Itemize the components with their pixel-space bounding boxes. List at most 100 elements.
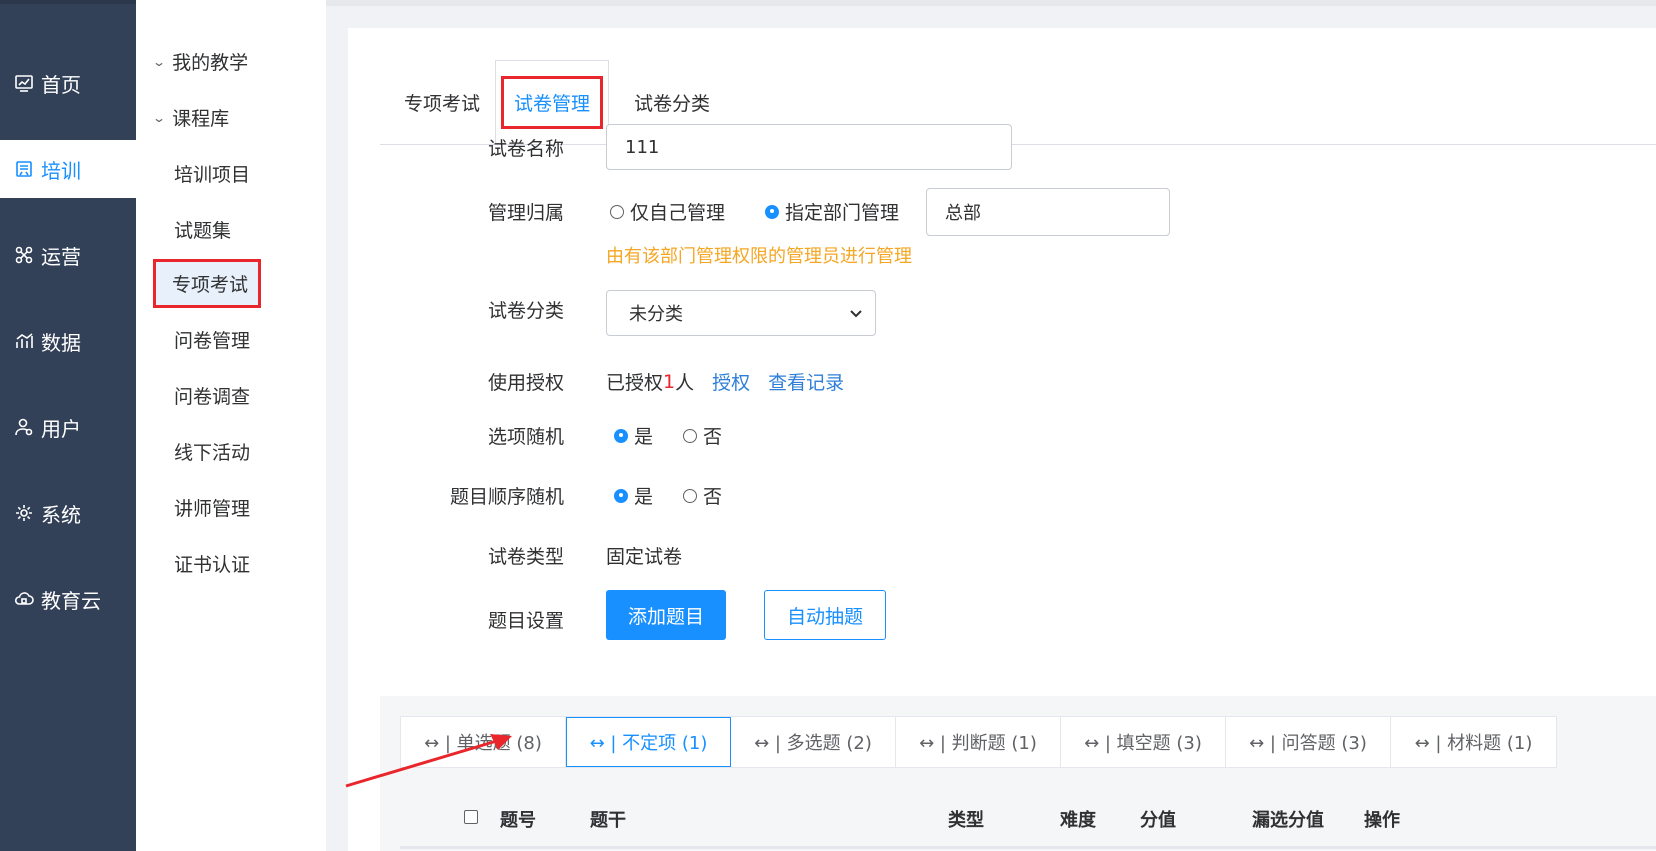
department-select-input[interactable]: 总部: [926, 188, 1170, 236]
view-records-link[interactable]: 查看记录: [768, 368, 844, 395]
nav-item-edu-cloud[interactable]: 教育云: [0, 570, 136, 628]
radio-self-managed[interactable]: 仅自己管理: [610, 198, 725, 225]
radio-option-random-yes[interactable]: 是: [614, 422, 653, 449]
authorize-link[interactable]: 授权: [712, 368, 750, 395]
col-header-score: 分值: [1140, 810, 1176, 831]
nav-item-label: 培训: [41, 158, 81, 183]
authorization-label: 使用授权: [487, 372, 564, 394]
tab-label: 专项考试: [404, 92, 481, 115]
radio-circle: [683, 488, 698, 503]
radio-label: 否: [703, 486, 723, 508]
question-order-random-label: 题目顺序随机: [449, 486, 564, 508]
radio-label: 否: [703, 426, 723, 448]
paper-name-input[interactable]: 111: [606, 124, 1012, 170]
sidebar-item-survey-management[interactable]: 问卷管理: [174, 326, 250, 353]
option-random-options: 是 否: [614, 422, 722, 449]
authorized-count: 1: [663, 370, 676, 393]
add-question-button[interactable]: 添加题目: [606, 590, 726, 640]
chevron-down-icon: ⌄: [151, 110, 167, 125]
nav-item-home[interactable]: 首页: [0, 54, 136, 112]
sidebar-item-question-sets[interactable]: 试题集: [174, 216, 231, 243]
chevron-down-icon: ⌄: [151, 54, 167, 69]
sidebar-group-label: 课程库: [172, 108, 230, 130]
nav-top-divider: [0, 0, 136, 4]
paper-type-value: 固定试卷: [606, 546, 683, 568]
sub-sidebar: ⌄ 我的教学 ⌄ 课程库 培训项目 试题集 专项考试 问卷管理 问卷调查 线下活…: [136, 0, 326, 851]
sidebar-item-lecturer-management[interactable]: 讲师管理: [174, 494, 250, 521]
sidebar-group-label: 我的教学: [172, 52, 249, 74]
dashboard-icon: [13, 72, 35, 94]
radio-circle-checked: [614, 428, 628, 443]
qtype-tab-fill-blank[interactable]: ↔ | 填空题 (3): [1061, 717, 1226, 767]
nav-item-label: 用户: [41, 416, 81, 441]
gear-icon: [13, 502, 35, 524]
radio-order-random-yes[interactable]: 是: [614, 482, 653, 509]
radio-label: 仅自己管理: [630, 202, 726, 224]
nav-item-label: 首页: [41, 72, 81, 97]
select-all-checkbox[interactable]: [464, 810, 478, 824]
sidebar-item-offline-activities[interactable]: 线下活动: [174, 438, 250, 465]
qtype-tab-qa[interactable]: ↔ | 问答题 (3): [1226, 717, 1391, 767]
ownership-hint: 由有该部门管理权限的管理员进行管理: [606, 246, 912, 267]
nav-item-training[interactable]: 培训: [0, 140, 136, 198]
radio-order-random-no[interactable]: 否: [683, 482, 722, 509]
radio-department-managed[interactable]: 指定部门管理: [765, 198, 899, 225]
nav-item-system[interactable]: 系统: [0, 484, 136, 542]
radio-label: 是: [634, 426, 654, 448]
sidebar-item-special-exam[interactable]: 专项考试: [152, 259, 262, 308]
nav-item-label: 运营: [41, 244, 81, 269]
nav-item-label: 系统: [41, 502, 81, 527]
sidebar-group-course-library[interactable]: ⌄ 课程库: [151, 104, 230, 131]
authorized-prefix: 已授权: [606, 372, 664, 394]
radio-option-random-no[interactable]: 否: [683, 422, 722, 449]
tab-bar: 专项考试 试卷管理 试卷分类: [380, 60, 1656, 145]
user-icon: [13, 416, 35, 438]
tab-label: 试卷管理: [500, 75, 604, 129]
col-header-stem: 题干: [590, 810, 626, 831]
radio-label: 指定部门管理: [785, 202, 900, 224]
tab-paper-management[interactable]: 试卷管理: [495, 60, 610, 144]
col-header-type: 类型: [948, 810, 984, 831]
category-select-value: 未分类: [629, 304, 683, 325]
operations-icon: [13, 244, 35, 266]
table-header: 题号 题干 类型 难度 分值 漏选分值 操作: [400, 794, 1656, 844]
top-strip: [326, 0, 1656, 6]
qtype-tab-indefinite[interactable]: ↔ | 不定项 (1): [566, 717, 731, 767]
question-order-random-options: 是 否: [614, 482, 722, 509]
qtype-tab-multiple-choice[interactable]: ↔ | 多选题 (2): [731, 717, 896, 767]
tab-label: 试卷分类: [634, 92, 711, 115]
qtype-tab-true-false[interactable]: ↔ | 判断题 (1): [896, 717, 1061, 767]
ownership-options: 仅自己管理 指定部门管理: [610, 198, 899, 225]
sidebar-item-survey[interactable]: 问卷调查: [174, 382, 250, 409]
main-panel: 专项考试 试卷管理 试卷分类 试卷名称 111 管理归属 仅自己管理 指定部门管…: [348, 28, 1656, 851]
category-select[interactable]: 未分类: [606, 290, 876, 336]
nav-item-operations[interactable]: 运营: [0, 226, 136, 284]
qtype-tab-material[interactable]: ↔ | 材料题 (1): [1391, 717, 1556, 767]
radio-circle: [610, 204, 624, 219]
radio-label: 是: [634, 486, 654, 508]
paper-type-label: 试卷类型: [487, 546, 564, 568]
sidebar-item-certificates[interactable]: 证书认证: [174, 550, 250, 577]
nav-item-data[interactable]: 数据: [0, 312, 136, 370]
chart-icon: [13, 330, 35, 352]
sidebar-group-my-teaching[interactable]: ⌄ 我的教学: [151, 48, 249, 75]
radio-circle-checked: [614, 488, 628, 503]
tab-special-exam[interactable]: 专项考试: [380, 60, 504, 144]
chevron-down-icon: [849, 303, 863, 324]
cloud-icon: [13, 588, 35, 610]
category-label: 试卷分类: [487, 300, 564, 322]
radio-circle-checked: [765, 204, 780, 219]
question-setting-label: 题目设置: [487, 610, 564, 632]
col-header-partial-score: 漏选分值: [1252, 810, 1324, 831]
col-header-number: 题号: [500, 810, 536, 831]
nav-item-users[interactable]: 用户: [0, 398, 136, 456]
sidebar-item-training-projects[interactable]: 培训项目: [174, 160, 250, 187]
auto-pick-button[interactable]: 自动抽题: [764, 590, 886, 640]
question-type-tabs: ↔ | 单选题 (8) ↔ | 不定项 (1) ↔ | 多选题 (2) ↔ | …: [400, 716, 1557, 768]
qtype-tab-single-choice[interactable]: ↔ | 单选题 (8): [401, 717, 566, 767]
paper-name-label: 试卷名称: [487, 138, 564, 160]
nav-item-label: 数据: [41, 330, 81, 355]
radio-circle: [683, 428, 698, 443]
ownership-label: 管理归属: [487, 202, 564, 224]
col-header-actions: 操作: [1364, 810, 1400, 831]
